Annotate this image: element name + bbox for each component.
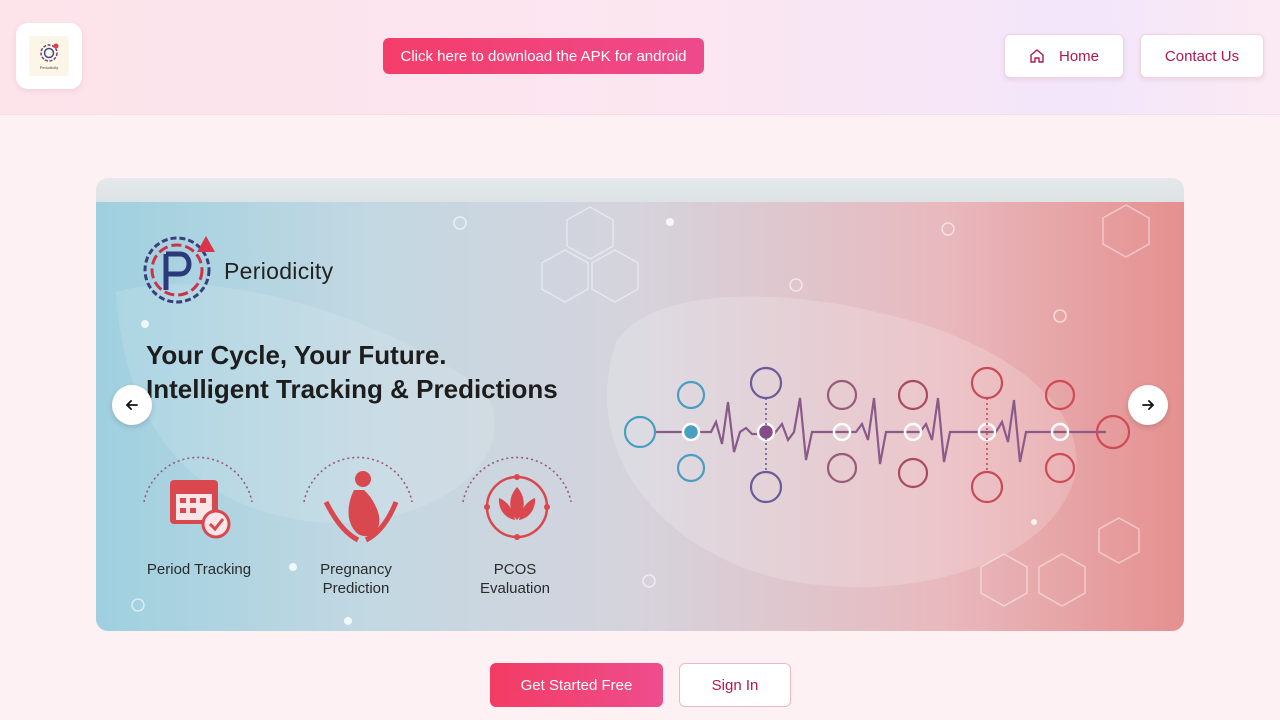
carousel-slide: Periodicity Your Cycle, Your Future. Int… [96, 202, 1184, 631]
top-header: Periodicity Click here to download the A… [0, 0, 1280, 115]
arrow-right-icon [1142, 400, 1154, 410]
download-apk-button[interactable]: Click here to download the APK for andro… [383, 38, 704, 74]
headline-line-2: Intelligent Tracking & Predictions [146, 374, 558, 404]
feature-pcos-evaluation: PCOS Evaluation [445, 560, 585, 598]
headline-line-1: Your Cycle, Your Future. [146, 340, 447, 370]
carousel-top-strip [96, 178, 1184, 202]
sign-in-button[interactable]: Sign In [679, 663, 791, 707]
nav-contact-button[interactable]: Contact Us [1140, 34, 1264, 78]
get-started-button[interactable]: Get Started Free [490, 663, 663, 707]
slide-brand-name: Periodicity [224, 258, 334, 284]
hero-carousel: Periodicity Your Cycle, Your Future. Int… [96, 178, 1184, 631]
feature-pregnancy-label: Pregnancy Prediction [320, 561, 392, 597]
nav-home-label: Home [1058, 47, 1099, 65]
carousel-prev-button[interactable] [112, 385, 152, 425]
feature-period-tracking: Period Tracking [146, 561, 252, 578]
arrow-left-icon [126, 400, 138, 410]
app-logo[interactable]: Periodicity [16, 23, 82, 89]
lotus-icon [484, 474, 550, 540]
nav-contact-label: Contact Us [1164, 47, 1240, 65]
logo-text: Periodicity [39, 65, 59, 70]
feature-pregnancy-prediction: Pregnancy Prediction [286, 560, 426, 598]
logo-image: Periodicity [29, 36, 69, 76]
logo-mark-icon [40, 43, 59, 62]
nav-home-button[interactable]: Home [1004, 34, 1124, 78]
slide-headline: Your Cycle, Your Future. Intelligent Tra… [146, 338, 558, 406]
home-icon [1030, 49, 1044, 63]
feature-pcos-label: PCOS Evaluation [479, 561, 551, 597]
carousel-next-button[interactable] [1128, 385, 1168, 425]
